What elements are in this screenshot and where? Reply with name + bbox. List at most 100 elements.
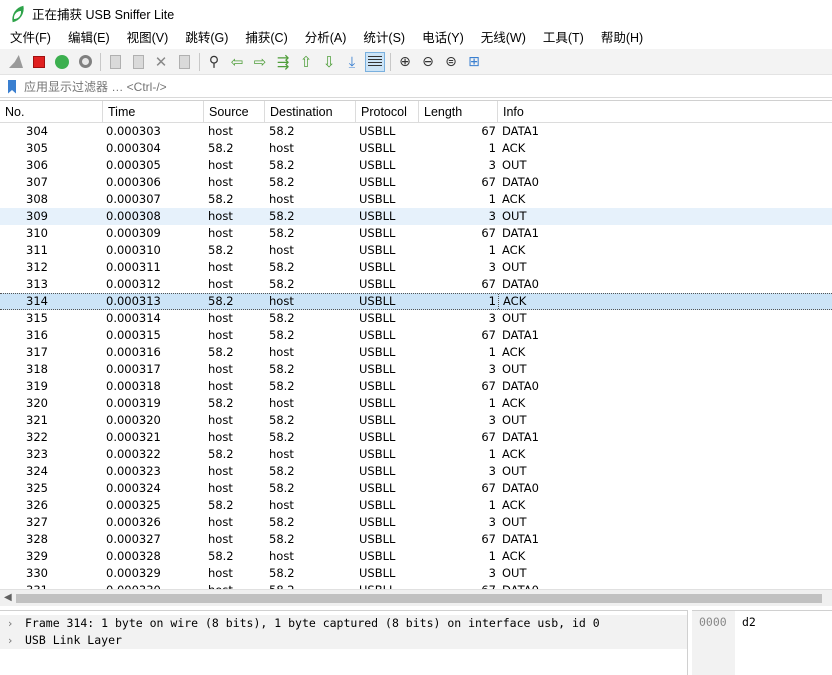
menu-edit[interactable]: 编辑(E) [58,27,117,49]
packet-source: host [208,158,233,172]
restart-capture-icon[interactable] [52,52,72,72]
zoom-out-icon[interactable]: ⊖ [418,52,438,72]
packet-row[interactable]: 311 0.000310 58.2 host USBLL 1 ACK [0,242,832,259]
menu-statistics[interactable]: 统计(S) [353,27,412,49]
column-header-info[interactable]: Info [498,101,832,123]
reload-file-icon[interactable] [174,52,194,72]
packet-row[interactable]: 323 0.000322 58.2 host USBLL 1 ACK [0,446,832,463]
packet-row[interactable]: 326 0.000325 58.2 host USBLL 1 ACK [0,497,832,514]
packet-destination: host [269,192,294,206]
packet-row[interactable]: 314 0.000313 58.2 host USBLL 1 ACK [0,293,832,310]
capture-options-icon[interactable] [75,52,95,72]
packet-row[interactable]: 319 0.000318 host 58.2 USBLL 67 DATA0 [0,378,832,395]
packet-row[interactable]: 320 0.000319 58.2 host USBLL 1 ACK [0,395,832,412]
go-to-packet-icon[interactable]: ⇶ [273,52,293,72]
packet-no: 311 [26,243,48,257]
packet-length: 3 [488,209,496,223]
display-filter-input[interactable] [24,76,832,97]
packet-info: DATA1 [502,532,539,546]
column-header-no[interactable]: No. [0,101,103,123]
zoom-normal-icon[interactable]: ⊜ [441,52,461,72]
menu-view[interactable]: 视图(V) [117,27,176,49]
horizontal-scrollbar[interactable]: ◀ [0,589,832,606]
packet-protocol: USBLL [359,532,396,546]
packet-destination: 58.2 [269,515,295,529]
packet-list[interactable]: No. Time Source Destination Protocol Len… [0,100,832,589]
menu-file[interactable]: 文件(F) [0,27,58,49]
menu-go[interactable]: 跳转(G) [175,27,235,49]
packet-row[interactable]: 305 0.000304 58.2 host USBLL 1 ACK [0,140,832,157]
packet-no: 321 [26,413,48,427]
go-first-icon[interactable]: ⇧ [296,52,316,72]
packet-destination: host [269,141,294,155]
packet-protocol: USBLL [359,311,396,325]
menu-wireless[interactable]: 无线(W) [471,27,533,49]
stop-capture-icon[interactable] [29,52,49,72]
chevron-right-icon[interactable]: › [8,632,20,649]
column-header-time[interactable]: Time [103,101,204,123]
packet-row[interactable]: 317 0.000316 58.2 host USBLL 1 ACK [0,344,832,361]
save-file-icon[interactable] [128,52,148,72]
byte-hex[interactable]: d2 [742,615,756,629]
menu-tools[interactable]: 工具(T) [533,27,591,49]
packet-protocol: USBLL [359,345,396,359]
packet-bytes-pane[interactable]: 0000 d2 [692,610,832,675]
chevron-right-icon[interactable]: › [8,615,20,632]
packet-source: host [208,277,233,291]
packet-details-pane[interactable]: › Frame 314: 1 byte on wire (8 bits), 1 b… [0,610,688,675]
packet-row[interactable]: 310 0.000309 host 58.2 USBLL 67 DATA1 [0,225,832,242]
go-last-icon[interactable]: ⇩ [319,52,339,72]
display-filter-bar [0,76,832,98]
packet-row[interactable]: 316 0.000315 host 58.2 USBLL 67 DATA1 [0,327,832,344]
byte-offset: 0000 [699,615,727,629]
packet-row[interactable]: 322 0.000321 host 58.2 USBLL 67 DATA1 [0,429,832,446]
find-packet-icon[interactable]: ⚲ [204,52,224,72]
detail-tree-item[interactable]: › Frame 314: 1 byte on wire (8 bits), 1 b… [0,615,687,632]
detail-tree-item[interactable]: › USB Link Layer [0,632,687,649]
packet-row[interactable]: 308 0.000307 58.2 host USBLL 1 ACK [0,191,832,208]
packet-row[interactable]: 312 0.000311 host 58.2 USBLL 3 OUT [0,259,832,276]
column-header-destination[interactable]: Destination [265,101,356,123]
packet-row[interactable]: 329 0.000328 58.2 host USBLL 1 ACK [0,548,832,565]
packet-info: OUT [502,413,527,427]
scroll-left-icon[interactable]: ◀ [4,592,12,603]
packet-protocol: USBLL [359,175,396,189]
packet-row[interactable]: 313 0.000312 host 58.2 USBLL 67 DATA0 [0,276,832,293]
packet-row[interactable]: 324 0.000323 host 58.2 USBLL 3 OUT [0,463,832,480]
auto-scroll-icon[interactable]: ⤓ [342,52,362,72]
packet-row[interactable]: 309 0.000308 host 58.2 USBLL 3 OUT [0,208,832,225]
packet-row[interactable]: 327 0.000326 host 58.2 USBLL 3 OUT [0,514,832,531]
go-back-icon[interactable]: ⇦ [227,52,247,72]
packet-info: OUT [502,566,527,580]
packet-row[interactable]: 318 0.000317 host 58.2 USBLL 3 OUT [0,361,832,378]
packet-source: host [208,311,233,325]
packet-protocol: USBLL [359,226,396,240]
menu-analyze[interactable]: 分析(A) [295,27,354,49]
bookmark-icon[interactable] [8,79,16,94]
packet-row[interactable]: 3310.000330host58.2USBLL67DATA0 [0,582,832,589]
go-forward-icon[interactable]: ⇨ [250,52,270,72]
packet-row[interactable]: 307 0.000306 host 58.2 USBLL 67 DATA0 [0,174,832,191]
column-header-source[interactable]: Source [204,101,265,123]
packet-row[interactable]: 315 0.000314 host 58.2 USBLL 3 OUT [0,310,832,327]
packet-row[interactable]: 328 0.000327 host 58.2 USBLL 67 DATA1 [0,531,832,548]
packet-row[interactable]: 325 0.000324 host 58.2 USBLL 67 DATA0 [0,480,832,497]
resize-columns-icon[interactable]: ⊞ [464,52,484,72]
open-file-icon[interactable] [105,52,125,72]
column-header-protocol[interactable]: Protocol [356,101,419,123]
packet-row[interactable]: 304 0.000303 host 58.2 USBLL 67 DATA1 [0,123,832,140]
shark-fin-icon[interactable] [6,52,26,72]
colorize-icon[interactable] [365,51,385,72]
packet-row[interactable]: 330 0.000329 host 58.2 USBLL 3 OUT [0,565,832,582]
packet-row[interactable]: 321 0.000320 host 58.2 USBLL 3 OUT [0,412,832,429]
close-file-icon[interactable]: ✕ [151,52,171,72]
zoom-in-icon[interactable]: ⊕ [395,52,415,72]
menu-help[interactable]: 帮助(H) [591,27,650,49]
menu-telephony[interactable]: 电话(Y) [412,27,471,49]
column-header-length[interactable]: Length [419,101,498,123]
scrollbar-thumb[interactable] [16,594,822,603]
packet-time: 0.000328 [106,549,161,563]
packet-length: 3 [488,311,496,325]
packet-row[interactable]: 306 0.000305 host 58.2 USBLL 3 OUT [0,157,832,174]
menu-capture[interactable]: 捕获(C) [235,27,294,49]
